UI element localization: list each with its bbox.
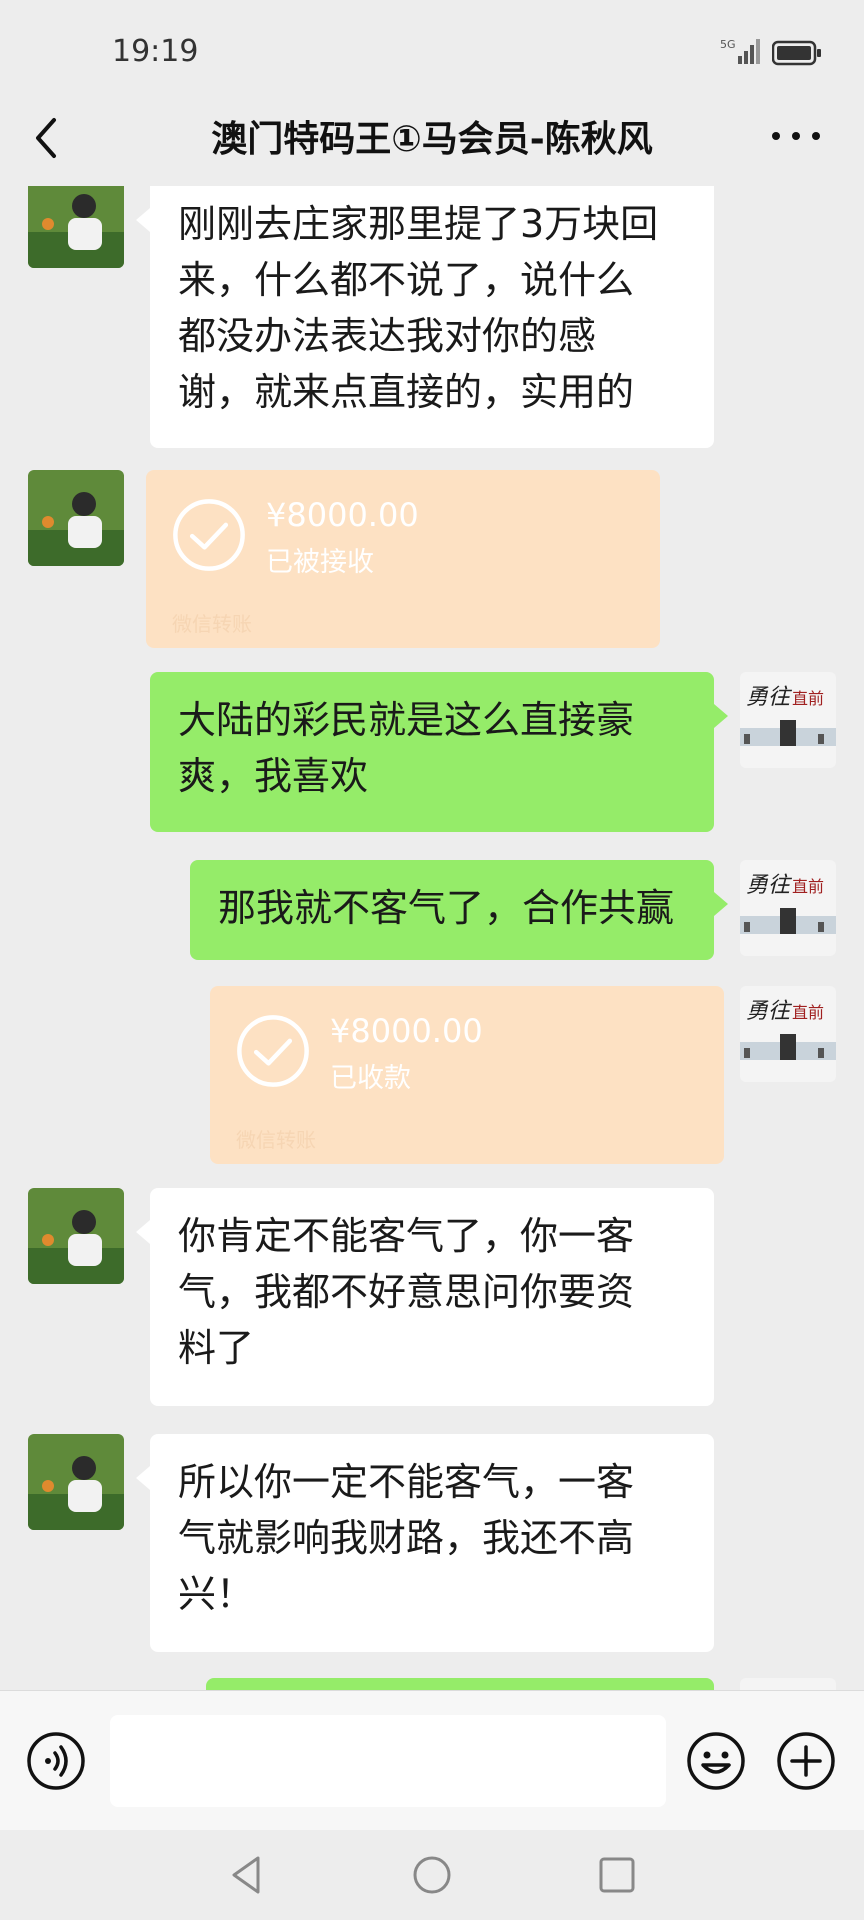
- message-bubble[interactable]: 所以你一定不能客气，一客 气就影响我财路，我还不高 兴！: [136, 1434, 714, 1652]
- message-bubble[interactable]: 那我就不客气了，合作共赢: [190, 860, 728, 960]
- transfer-footer: 微信转账: [172, 612, 252, 636]
- transfer-card[interactable]: ¥8000.00 已被接收 微信转账: [146, 470, 660, 648]
- svg-text:直前: 直前: [792, 877, 824, 896]
- message-line: 料了: [178, 1326, 255, 1370]
- message-bubble[interactable]: [206, 1678, 714, 1690]
- message-input[interactable]: [110, 1715, 666, 1807]
- nav-back-icon[interactable]: [222, 1850, 272, 1900]
- message-bubble[interactable]: 刚刚去庄家那里提了3万块回 来，什么都不说了，说什么 都没办法表达我对你的感 谢…: [136, 186, 714, 448]
- contact-avatar[interactable]: [28, 1434, 124, 1530]
- transfer-amount: ¥8000.00: [330, 1012, 483, 1050]
- chat-header: 澳门特码王①马会员-陈秋风: [0, 96, 864, 186]
- message-line: 刚刚去庄家那里提了3万块回: [178, 202, 659, 246]
- plus-icon[interactable]: [776, 1731, 836, 1791]
- contact-avatar[interactable]: [28, 1188, 124, 1284]
- system-nav-bar: [0, 1830, 864, 1920]
- status-bar: 19:19 5G: [0, 0, 864, 100]
- signal-icon: 5G: [720, 38, 760, 64]
- input-bar: [0, 1690, 864, 1831]
- svg-text:勇往: 勇往: [746, 873, 793, 898]
- emoji-icon[interactable]: [686, 1731, 746, 1791]
- transfer-footer: 微信转账: [236, 1128, 316, 1152]
- transfer-card[interactable]: ¥8000.00 已收款 微信转账: [210, 986, 724, 1164]
- transfer-amount: ¥8000.00: [266, 496, 419, 534]
- battery-icon: [772, 40, 821, 66]
- my-avatar[interactable]: 勇往 直前: [740, 986, 836, 1082]
- clock: 19:19: [112, 34, 199, 69]
- my-avatar[interactable]: 勇往: [740, 1678, 836, 1690]
- my-avatar[interactable]: 勇往 直前: [740, 860, 836, 956]
- back-arrow-icon[interactable]: [24, 108, 74, 168]
- message-line: 所以你一定不能客气，一客: [178, 1460, 635, 1504]
- contact-avatar[interactable]: [28, 470, 124, 566]
- message-line: 大陆的彩民就是这么直接豪: [178, 698, 635, 742]
- transfer-status: 已被接收: [266, 547, 374, 578]
- my-avatar[interactable]: 勇往 直前: [740, 672, 836, 768]
- message-line: 都没办法表达我对你的感: [178, 314, 597, 358]
- message-line: 谢，就来点直接的，实用的: [178, 370, 635, 414]
- message-line: 那我就不客气了，合作共赢: [218, 886, 675, 930]
- svg-text:勇往: 勇往: [746, 999, 793, 1024]
- message-bubble[interactable]: 你肯定不能客气了，你一客 气，我都不好意思问你要资 料了: [136, 1188, 714, 1406]
- message-bubble[interactable]: 大陆的彩民就是这么直接豪 爽，我喜欢: [150, 672, 728, 832]
- svg-text:勇往: 勇往: [746, 685, 793, 710]
- svg-text:5G: 5G: [720, 38, 736, 51]
- contact-avatar[interactable]: [28, 186, 124, 268]
- chat-title: 澳门特码王①马会员-陈秋风: [211, 119, 653, 160]
- more-dots-icon[interactable]: [766, 116, 826, 156]
- check-circle-icon: [237, 1015, 309, 1087]
- svg-text:直前: 直前: [792, 689, 824, 708]
- svg-text:直前: 直前: [792, 1003, 824, 1022]
- message-line: 你肯定不能客气了，你一客: [178, 1214, 635, 1258]
- message-line: 兴！: [178, 1572, 255, 1616]
- nav-recent-icon[interactable]: [592, 1850, 642, 1900]
- message-list[interactable]: 刚刚去庄家那里提了3万块回 来，什么都不说了，说什么 都没办法表达我对你的感 谢…: [0, 186, 864, 1690]
- message-line: 气，我都不好意思问你要资: [178, 1270, 635, 1314]
- check-circle-icon: [173, 499, 245, 571]
- voice-icon[interactable]: [26, 1731, 86, 1791]
- message-line: 来，什么都不说了，说什么: [178, 258, 635, 302]
- nav-home-icon[interactable]: [407, 1850, 457, 1900]
- message-line: 气就影响我财路，我还不高: [178, 1516, 635, 1560]
- transfer-status: 已收款: [330, 1063, 411, 1094]
- message-line: 爽，我喜欢: [178, 754, 369, 798]
